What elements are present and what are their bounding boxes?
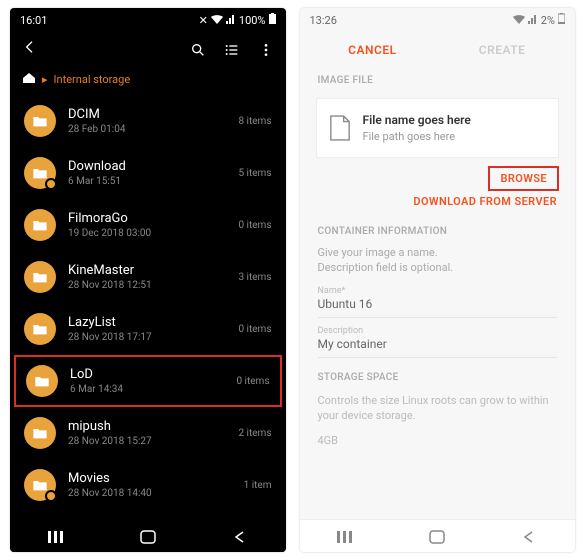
folder-item-count: 0 items	[236, 376, 269, 387]
chevron-right-icon: ▸	[42, 73, 48, 86]
mute-icon: ✕	[199, 14, 208, 27]
file-browser-screen: 16:01 ✕ 100%	[10, 8, 286, 552]
battery-text: 2%	[541, 14, 555, 27]
folder-date: 19 Dec 2018 03:00	[68, 228, 226, 239]
breadcrumb[interactable]: ▸ Internal storage	[10, 68, 286, 95]
list-item[interactable]: LazyList28 Nov 2018 17:17 0 items	[10, 303, 286, 355]
folder-date: 28 Feb 01:04	[68, 124, 226, 135]
home-icon[interactable]	[22, 72, 36, 87]
list-item[interactable]: DCIM28 Feb 01:04 8 items	[10, 95, 286, 147]
file-icon	[329, 114, 351, 142]
folder-icon	[24, 157, 56, 189]
container-info-label: CONTAINER INFORMATION	[300, 218, 576, 243]
action-tabs: CANCEL CREATE	[300, 29, 576, 67]
back-icon[interactable]	[22, 39, 38, 55]
home-button[interactable]	[427, 530, 447, 544]
recents-button[interactable]	[46, 530, 66, 544]
storage-value[interactable]: 4GB	[300, 434, 576, 457]
folder-icon	[24, 469, 56, 501]
description-label: Description	[318, 318, 558, 336]
folder-name: FilmoraGo	[68, 211, 226, 227]
status-bar: 16:01 ✕ 100%	[10, 8, 286, 29]
search-icon[interactable]	[190, 42, 206, 58]
folder-name: Movies	[68, 471, 232, 487]
storage-label: STORAGE SPACE	[300, 358, 576, 389]
list-item[interactable]: Music1 Jan 2018 00:030 items	[10, 511, 286, 520]
container-help: Give your image a name. Description fiel…	[300, 243, 576, 278]
folder-icon	[26, 365, 58, 397]
folder-name: DCIM	[68, 107, 226, 123]
battery-icon	[558, 13, 565, 27]
image-file-label: IMAGE FILE	[300, 67, 576, 92]
more-icon[interactable]	[258, 42, 274, 58]
folder-item-count: 5 items	[238, 168, 271, 179]
folder-list[interactable]: DCIM28 Feb 01:04 8 items Download6 Mar 15:…	[10, 95, 286, 520]
folder-name: Download	[68, 159, 226, 175]
download-from-server-button[interactable]: DOWNLOAD FROM SERVER	[300, 193, 576, 218]
status-bar: 13:26 2%	[300, 8, 576, 29]
file-card[interactable]: File name goes here File path goes here	[316, 98, 560, 158]
folder-icon	[24, 417, 56, 449]
folder-name: mipush	[68, 419, 226, 435]
sync-badge-icon	[45, 178, 57, 190]
folder-name: LazyList	[68, 315, 226, 331]
description-field[interactable]: My container	[318, 336, 558, 358]
signal-icon	[226, 14, 236, 27]
wifi-icon	[211, 14, 223, 27]
folder-item-count: 8 items	[238, 116, 271, 127]
clock: 16:01	[20, 14, 47, 27]
folder-name: LoD	[70, 367, 224, 383]
view-list-icon[interactable]	[224, 42, 240, 58]
list-item[interactable]: Movies28 Nov 2018 14:40 1 item	[10, 459, 286, 511]
breadcrumb-label: Internal storage	[54, 73, 131, 86]
clock: 13:26	[310, 14, 337, 27]
nav-bar	[10, 520, 286, 552]
storage-help: Controls the size Linux roots can grow t…	[300, 389, 576, 434]
file-name: File name goes here	[363, 113, 471, 127]
file-path: File path goes here	[363, 130, 471, 143]
folder-item-count: 2 items	[238, 428, 271, 439]
nav-bar	[300, 519, 576, 552]
browse-button[interactable]: BROWSE	[488, 166, 559, 191]
title-bar	[10, 29, 286, 68]
wifi-icon	[513, 14, 525, 27]
folder-date: 28 Nov 2018 12:51	[68, 280, 226, 291]
folder-date: 6 Mar 14:34	[70, 384, 224, 395]
list-item[interactable]: FilmoraGo19 Dec 2018 03:00 0 items	[10, 199, 286, 251]
battery-text: 100%	[239, 14, 266, 27]
folder-date: 28 Nov 2018 17:17	[68, 332, 226, 343]
folder-icon	[24, 313, 56, 345]
back-button[interactable]	[519, 530, 539, 544]
back-button[interactable]	[230, 530, 250, 544]
folder-item-count: 3 items	[238, 272, 271, 283]
status-icons: ✕ 100%	[199, 13, 276, 27]
folder-name: KineMaster	[68, 263, 226, 279]
folder-date: 6 Mar 15:51	[68, 176, 226, 187]
folder-item-count: 0 items	[238, 220, 271, 231]
sync-badge-icon	[45, 490, 57, 502]
folder-date: 28 Nov 2018 15:27	[68, 436, 226, 447]
folder-icon	[24, 105, 56, 137]
folder-icon	[24, 209, 56, 241]
folder-item-count: 1 item	[244, 480, 272, 491]
name-field[interactable]: Ubuntu 16	[318, 296, 558, 318]
folder-icon	[24, 261, 56, 293]
folder-item-count: 0 items	[238, 324, 271, 335]
list-item[interactable]: mipush28 Nov 2018 15:27 2 items	[10, 407, 286, 459]
cancel-button[interactable]: CANCEL	[308, 43, 438, 57]
list-item[interactable]: LoD6 Mar 14:34 0 items	[14, 355, 282, 407]
battery-icon	[269, 13, 276, 27]
list-item[interactable]: KineMaster28 Nov 2018 12:51 3 items	[10, 251, 286, 303]
folder-date: 28 Nov 2018 14:40	[68, 488, 232, 499]
list-item[interactable]: Download6 Mar 15:51 5 items	[10, 147, 286, 199]
signal-icon	[528, 14, 538, 27]
create-button[interactable]: CREATE	[437, 43, 567, 57]
name-label: Name*	[318, 278, 558, 296]
recents-button[interactable]	[335, 530, 355, 544]
status-icons: 2%	[513, 13, 565, 27]
create-container-screen: 13:26 2% CANCEL CREATE IMAGE FILE File n…	[300, 8, 576, 552]
home-button[interactable]	[138, 530, 158, 544]
